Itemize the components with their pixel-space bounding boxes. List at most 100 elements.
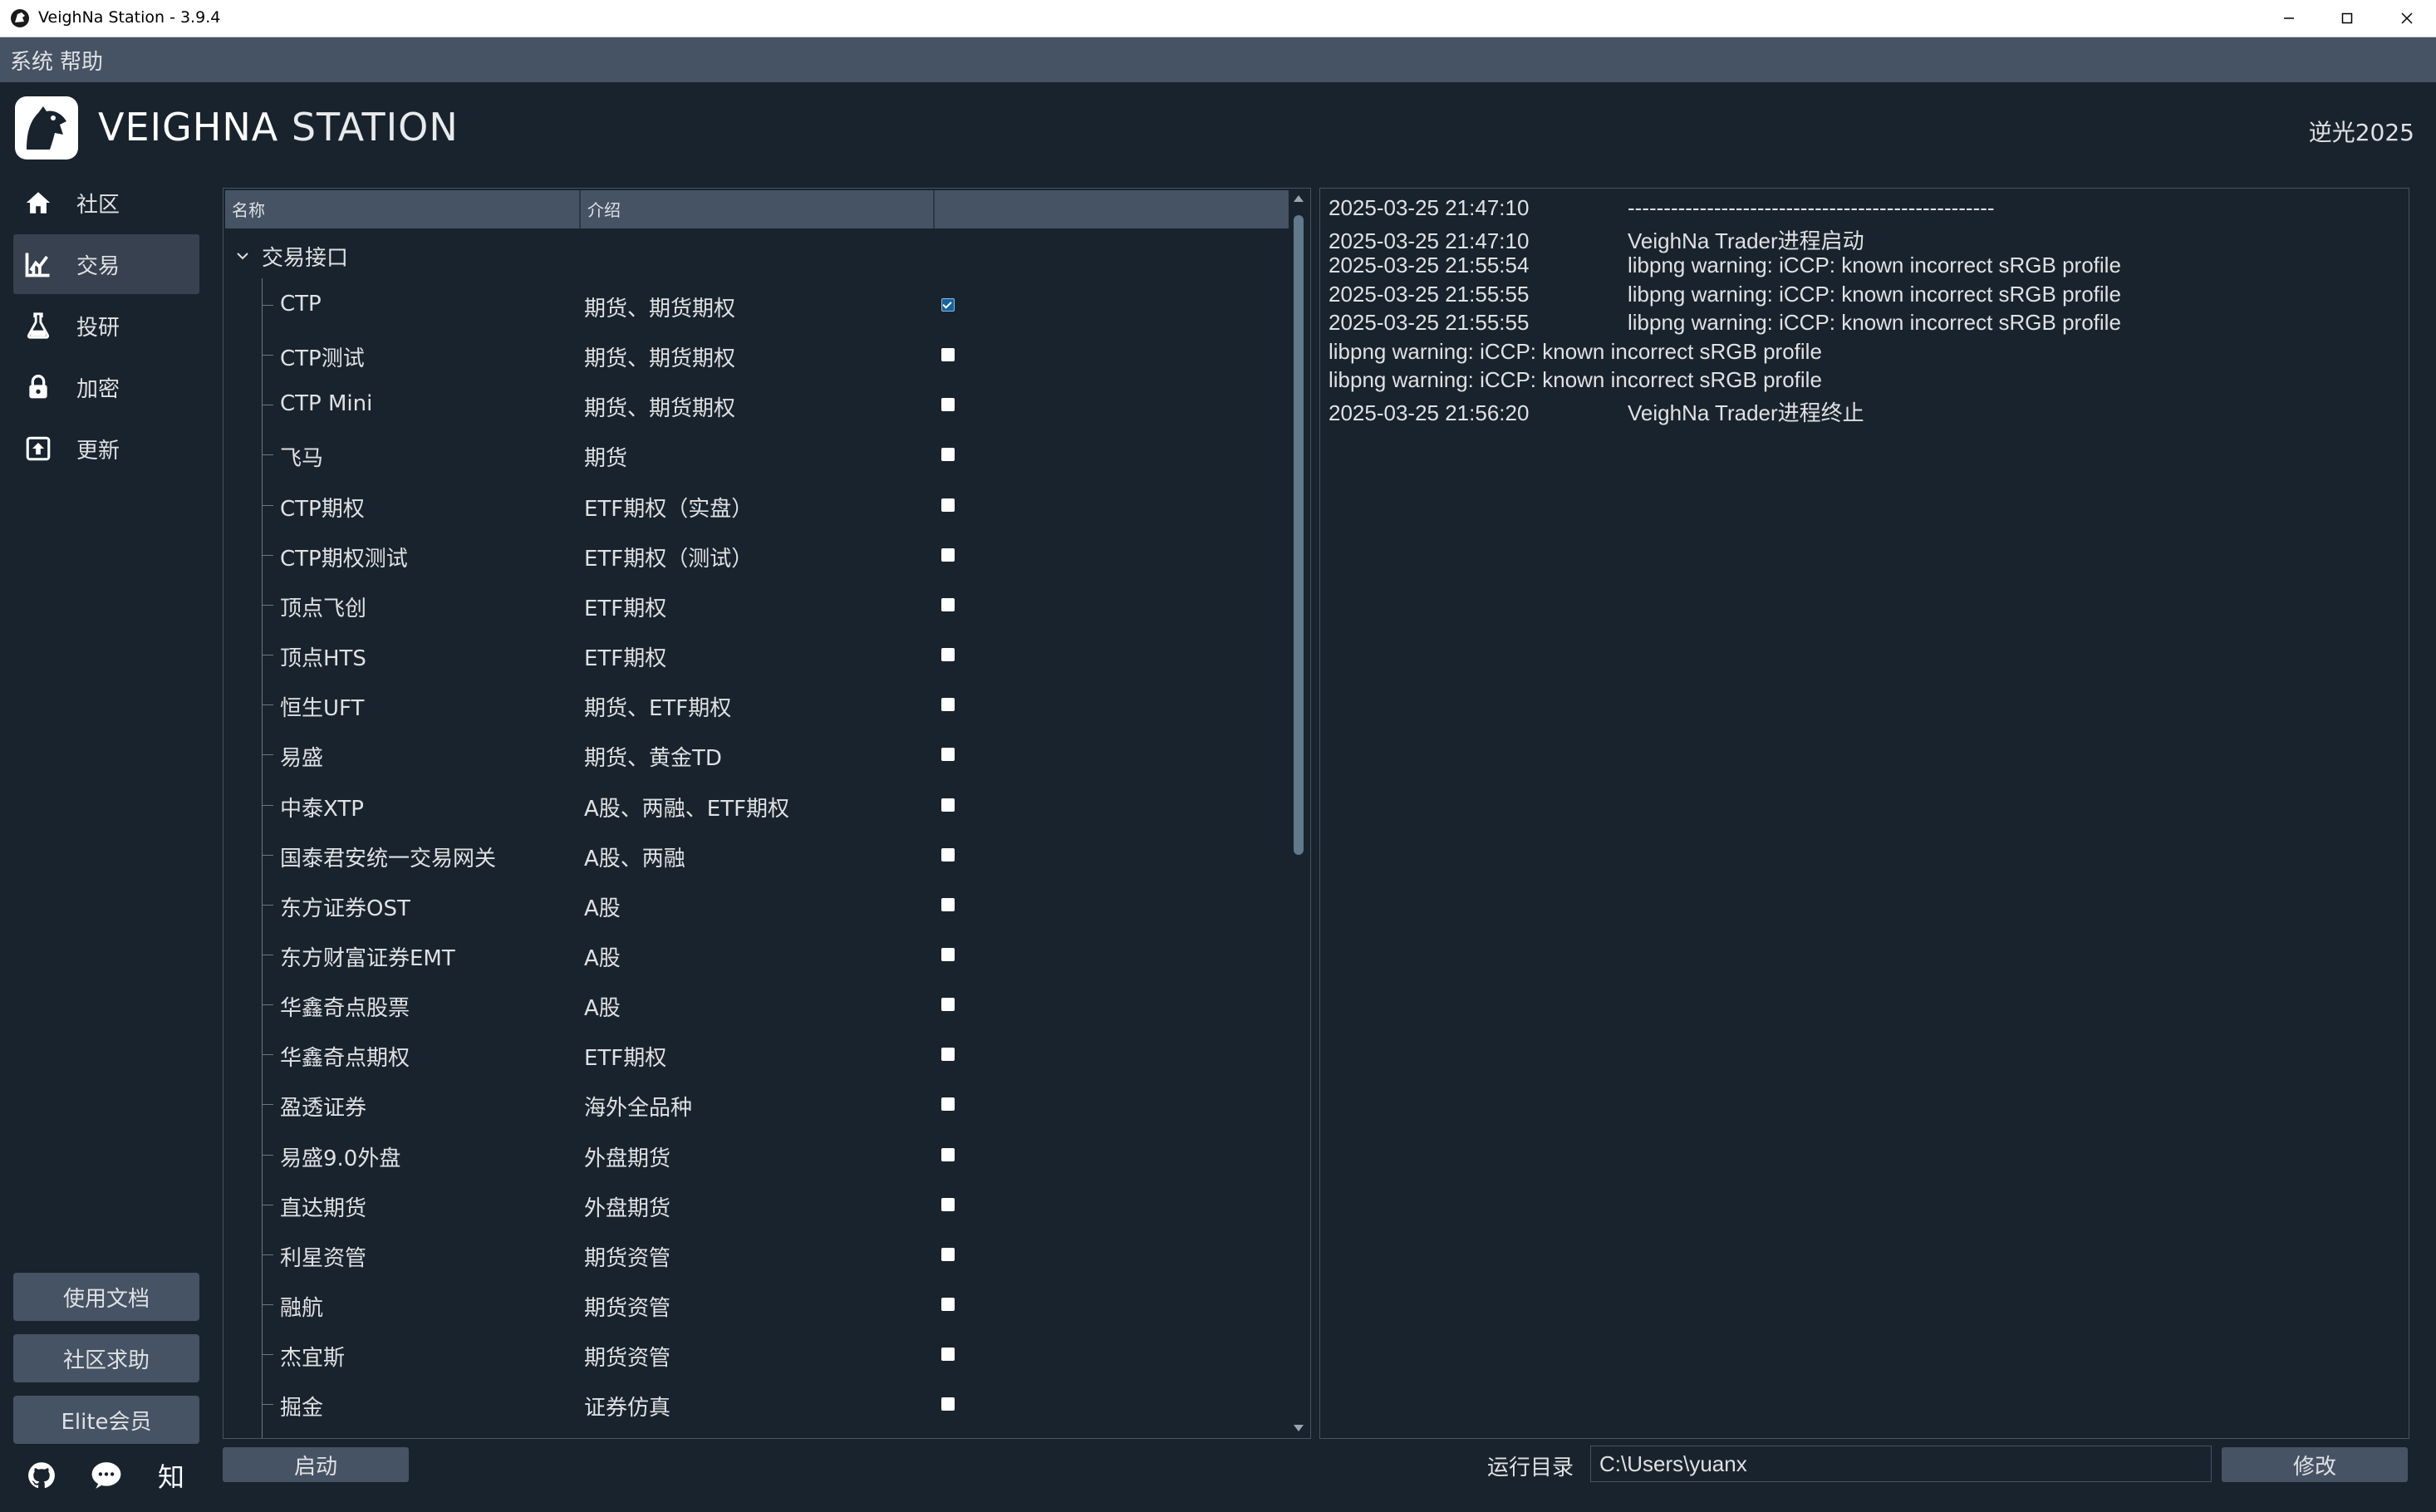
app-enable-checkbox[interactable]: [941, 398, 955, 412]
github-icon[interactable]: [25, 1459, 58, 1492]
nav-trading[interactable]: 交易: [13, 234, 199, 294]
app-row[interactable]: 中泰XTP A股、两融、ETF期权: [223, 780, 1287, 830]
start-button[interactable]: 启动: [223, 1447, 409, 1482]
app-enable-checkbox[interactable]: [941, 698, 955, 712]
app-enable-checkbox[interactable]: [941, 547, 955, 562]
app-enable-checkbox[interactable]: [941, 1197, 955, 1211]
log-panel[interactable]: 2025-03-25 21:47:10 ---------------------…: [1319, 188, 2409, 1439]
column-header-name[interactable]: 名称: [225, 190, 581, 228]
lock-icon: [22, 371, 55, 404]
app-row[interactable]: 顶点飞创 ETF期权: [223, 580, 1287, 630]
log-message: VeighNa Trader进程终止: [1628, 400, 1864, 425]
app-enable-checkbox[interactable]: [941, 1097, 955, 1112]
app-row[interactable]: 易盛 期货、黄金TD: [223, 729, 1287, 779]
app-row[interactable]: 飞马 期货: [223, 430, 1287, 479]
nav-update[interactable]: 更新: [13, 419, 199, 479]
app-enable-checkbox[interactable]: [941, 597, 955, 611]
log-message: libpng warning: iCCP: known incorrect sR…: [1329, 338, 1822, 364]
column-header-intro[interactable]: 介绍: [581, 190, 935, 228]
app-enable-checkbox[interactable]: [941, 798, 955, 812]
app-row[interactable]: CTP期权 ETF期权（实盘）: [223, 480, 1287, 530]
app-row[interactable]: 直达期货 外盘期货: [223, 1180, 1287, 1230]
zhihu-icon[interactable]: 知: [155, 1459, 188, 1493]
log-timestamp: 2025-03-25 21:55:55: [1329, 281, 1530, 307]
app-row[interactable]: 融航 期货资管: [223, 1279, 1287, 1329]
brand-bold: VEIGHNA: [98, 105, 279, 150]
app-enable-checkbox[interactable]: [941, 498, 955, 512]
app-enable-checkbox[interactable]: [941, 1397, 955, 1411]
app-row[interactable]: 华鑫奇点股票 A股: [223, 979, 1287, 1029]
app-enable-checkbox[interactable]: [941, 748, 955, 762]
docs-button[interactable]: 使用文档: [13, 1273, 199, 1321]
app-row[interactable]: CTP 期货、期货期权: [223, 280, 1287, 330]
scroll-down-icon[interactable]: [1294, 1425, 1304, 1431]
app-intro: 期货、期货期权: [584, 297, 736, 322]
log-message: libpng warning: iCCP: known incorrect sR…: [1628, 310, 2121, 335]
app-row[interactable]: 易盛9.0外盘 外盘期货: [223, 1130, 1287, 1180]
community-help-button[interactable]: 社区求助: [13, 1334, 199, 1382]
nav-research[interactable]: 投研: [13, 296, 199, 356]
app-enable-checkbox[interactable]: [941, 998, 955, 1012]
app-enable-checkbox[interactable]: [941, 1247, 955, 1261]
app-intro: 外盘期货: [584, 1146, 671, 1171]
app-row[interactable]: 东方证券OST A股: [223, 880, 1287, 930]
tree-branch-line: [262, 554, 273, 556]
app-row[interactable]: 盈透证券 海外全品种: [223, 1079, 1287, 1129]
menu-help[interactable]: 帮助: [53, 45, 103, 76]
nav-label: 加密: [76, 376, 120, 402]
app-row[interactable]: CTP Mini 期货、期货期权: [223, 380, 1287, 430]
modify-button[interactable]: 修改: [2222, 1447, 2408, 1482]
app-enable-checkbox[interactable]: [941, 298, 955, 312]
app-enable-checkbox[interactable]: [941, 1147, 955, 1161]
app-row[interactable]: 华鑫奇点期权 ETF期权: [223, 1029, 1287, 1079]
app-enable-checkbox[interactable]: [941, 1348, 955, 1362]
app-enable-checkbox[interactable]: [941, 947, 955, 961]
run-directory-input[interactable]: [1590, 1446, 2212, 1482]
column-header-enabled[interactable]: [935, 190, 1289, 228]
app-intro: 海外全品种: [584, 1096, 693, 1122]
close-button[interactable]: [2376, 0, 2436, 37]
app-intro: 期货: [584, 446, 628, 472]
app-name: 利星资管: [280, 1245, 367, 1271]
menu-system[interactable]: 系统: [0, 45, 53, 76]
minimize-button[interactable]: [2258, 0, 2320, 37]
scroll-up-icon[interactable]: [1294, 195, 1304, 202]
tree-branch-line: [262, 754, 273, 756]
log-line: libpng warning: iCCP: known incorrect sR…: [1329, 339, 1822, 365]
app-name: 易盛9.0外盘: [280, 1146, 401, 1171]
log-line: 2025-03-25 21:47:10 ---------------------…: [1329, 195, 1995, 221]
app-row[interactable]: 顶点HTS ETF期权: [223, 630, 1287, 680]
app-enable-checkbox[interactable]: [941, 847, 955, 862]
app-enable-checkbox[interactable]: [941, 1048, 955, 1062]
app-name: CTP Mini: [280, 391, 373, 417]
run-directory-label: 运行目录: [1487, 1456, 1574, 1480]
nav-crypto[interactable]: 加密: [13, 357, 199, 417]
elite-member-button[interactable]: Elite会员: [13, 1396, 199, 1444]
app-name: 恒生UFT: [280, 696, 365, 722]
app-row[interactable]: 东方财富证券EMT A股: [223, 930, 1287, 979]
app-name: 掘金: [280, 1396, 324, 1421]
app-row[interactable]: 恒生UFT 期货、ETF期权: [223, 680, 1287, 729]
app-enable-checkbox[interactable]: [941, 1298, 955, 1311]
app-enable-checkbox[interactable]: [941, 897, 955, 911]
app-enable-checkbox[interactable]: [941, 648, 955, 662]
minimize-icon: [2284, 17, 2294, 19]
app-row[interactable]: 掘金 证券仿真: [223, 1379, 1287, 1429]
nav-community[interactable]: 社区: [13, 173, 199, 233]
vertical-scrollbar[interactable]: [1290, 192, 1307, 1435]
wechat-icon[interactable]: [90, 1459, 123, 1492]
app-name: 顶点HTS: [280, 646, 366, 672]
tree-branch-line: [262, 1354, 273, 1356]
maximize-button[interactable]: [2316, 0, 2378, 37]
app-row[interactable]: 杰宜斯 期货资管: [223, 1329, 1287, 1379]
app-row[interactable]: CTP期权测试 ETF期权（测试）: [223, 530, 1287, 580]
app-row[interactable]: 国泰君安统一交易网关 A股、两融: [223, 830, 1287, 880]
app-enable-checkbox[interactable]: [941, 448, 955, 462]
chevron-down-icon[interactable]: [230, 251, 255, 261]
app-row[interactable]: CTP测试 期货、期货期权: [223, 330, 1287, 380]
tree-branch-line: [262, 504, 273, 506]
scrollbar-thumb[interactable]: [1294, 215, 1304, 855]
tree-group-row[interactable]: 交易接口: [223, 235, 348, 277]
app-row[interactable]: 利星资管 期货资管: [223, 1230, 1287, 1279]
app-enable-checkbox[interactable]: [941, 348, 955, 362]
